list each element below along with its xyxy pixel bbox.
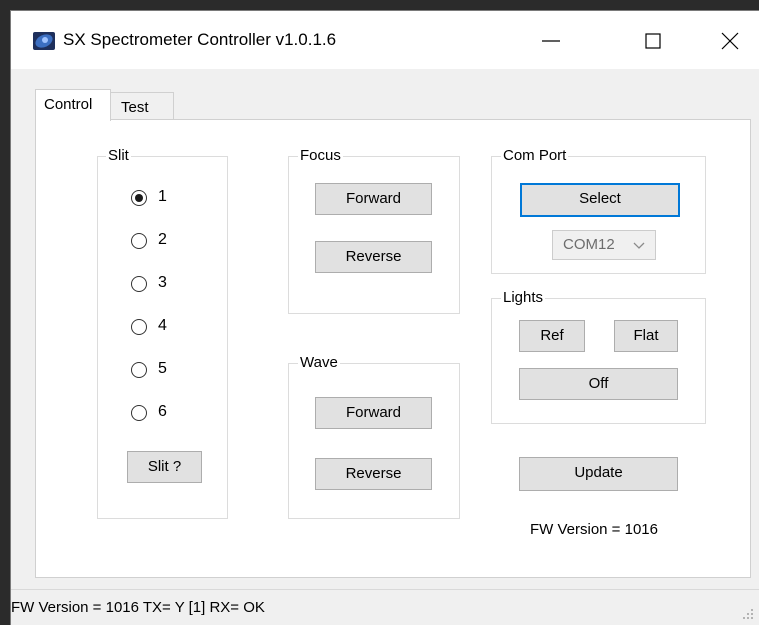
chevron-down-icon bbox=[633, 242, 645, 249]
spectrometer-app-icon bbox=[33, 32, 55, 50]
control-tab-panel: Slit 1 2 3 4 5 6 Slit ? Focus Forward Re… bbox=[35, 119, 751, 578]
slit-radio-2[interactable]: 2 bbox=[131, 231, 211, 253]
window-title: SX Spectrometer Controller v1.0.1.6 bbox=[63, 30, 337, 49]
com-port-dropdown[interactable]: COM12 bbox=[552, 230, 656, 260]
close-icon bbox=[721, 32, 739, 50]
minimize-icon bbox=[542, 40, 560, 42]
tab-control[interactable]: Control bbox=[35, 89, 111, 121]
tab-test[interactable]: Test bbox=[110, 92, 174, 120]
slit-radio-5[interactable]: 5 bbox=[131, 360, 211, 382]
wave-forward-button[interactable]: Forward bbox=[315, 397, 432, 429]
slit-radio-label: 5 bbox=[158, 360, 167, 377]
wave-group-label: Wave bbox=[298, 354, 340, 371]
slit-radio-4[interactable]: 4 bbox=[131, 317, 211, 339]
status-bar: FW Version = 1016 TX= Y [1] RX= OK bbox=[11, 589, 759, 625]
wave-group: Wave Forward Reverse bbox=[288, 354, 460, 519]
close-button[interactable] bbox=[700, 11, 759, 69]
slit-radio-label: 6 bbox=[158, 403, 167, 420]
slit-group-label: Slit bbox=[106, 147, 131, 164]
resize-grip-icon[interactable] bbox=[742, 608, 754, 620]
slit-radio-1[interactable]: 1 bbox=[131, 188, 211, 210]
lights-flat-button[interactable]: Flat bbox=[614, 320, 678, 352]
lights-group-label: Lights bbox=[501, 289, 546, 306]
select-port-button[interactable]: Select bbox=[520, 183, 680, 217]
slit-radio-6[interactable]: 6 bbox=[131, 403, 211, 425]
radio-button bbox=[131, 362, 147, 378]
slit-radio-label: 2 bbox=[158, 231, 167, 248]
focus-group: Focus Forward Reverse bbox=[288, 147, 460, 314]
title-bar[interactable]: SX Spectrometer Controller v1.0.1.6 bbox=[11, 11, 759, 69]
slit-radio-label: 4 bbox=[158, 317, 167, 334]
slit-group: Slit 1 2 3 4 5 6 Slit ? bbox=[97, 147, 228, 519]
slit-radio-label: 1 bbox=[158, 188, 167, 205]
wave-reverse-button[interactable]: Reverse bbox=[315, 458, 432, 490]
slit-radio-3[interactable]: 3 bbox=[131, 274, 211, 296]
main-window: SX Spectrometer Controller v1.0.1.6 Cont… bbox=[10, 10, 759, 625]
fw-version-label: FW Version = 1016 bbox=[530, 521, 658, 538]
maximize-icon bbox=[645, 33, 661, 49]
radio-button-checked bbox=[131, 190, 147, 206]
focus-forward-button[interactable]: Forward bbox=[315, 183, 432, 215]
lights-ref-button[interactable]: Ref bbox=[519, 320, 585, 352]
radio-button bbox=[131, 405, 147, 421]
lights-group: Lights Ref Flat Off bbox=[491, 289, 706, 424]
focus-group-label: Focus bbox=[298, 147, 343, 164]
minimize-button[interactable] bbox=[521, 11, 581, 69]
radio-button bbox=[131, 233, 147, 249]
status-text: FW Version = 1016 TX= Y [1] RX= OK bbox=[11, 599, 265, 616]
com-port-value: COM12 bbox=[563, 236, 615, 253]
slit-query-button[interactable]: Slit ? bbox=[127, 451, 202, 483]
radio-button bbox=[131, 276, 147, 292]
slit-radio-label: 3 bbox=[158, 274, 167, 291]
maximize-button[interactable] bbox=[623, 11, 683, 69]
com-port-group-label: Com Port bbox=[501, 147, 569, 164]
focus-reverse-button[interactable]: Reverse bbox=[315, 241, 432, 273]
update-button[interactable]: Update bbox=[519, 457, 678, 491]
lights-off-button[interactable]: Off bbox=[519, 368, 678, 400]
radio-button bbox=[131, 319, 147, 335]
